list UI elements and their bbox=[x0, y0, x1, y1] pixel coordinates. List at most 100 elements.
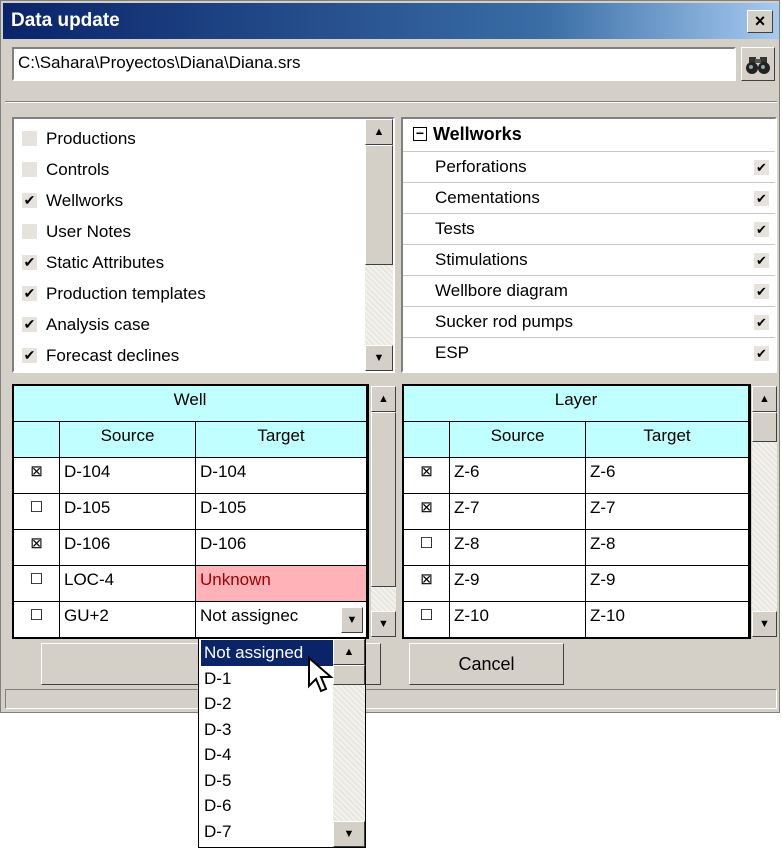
scroll-thumb[interactable] bbox=[333, 665, 365, 685]
scroll-up-button[interactable]: ▲ bbox=[371, 386, 396, 412]
wellworks-item-checkbox[interactable]: ✔ bbox=[754, 222, 769, 237]
dropdown-option[interactable]: D-1 bbox=[201, 666, 234, 692]
scroll-down-button[interactable]: ▼ bbox=[333, 821, 365, 847]
source-cell: D-104 bbox=[60, 458, 196, 494]
row-select-checkbox[interactable]: ⊠ bbox=[404, 494, 450, 530]
row-select-checkbox[interactable]: ☐ bbox=[14, 602, 60, 637]
category-item[interactable]: Controls bbox=[14, 154, 359, 186]
row-select-checkbox[interactable]: ⊠ bbox=[404, 566, 450, 602]
scroll-down-button[interactable]: ▼ bbox=[752, 611, 777, 637]
row-select-checkbox[interactable]: ☐ bbox=[14, 494, 60, 530]
target-dropdown-list[interactable]: Not assigned D-1 D-2 D-3 D-4 D-5 D-6 D-7 ▲ ▼ bbox=[198, 638, 366, 848]
row-select-checkbox[interactable]: ☐ bbox=[404, 530, 450, 566]
category-scrollbar[interactable]: ▲ ▼ bbox=[365, 119, 393, 371]
row-select-checkbox[interactable]: ⊠ bbox=[14, 530, 60, 566]
category-item[interactable]: ✔ Analysis case bbox=[14, 309, 359, 341]
category-item[interactable]: ✔ Forecast declines bbox=[14, 340, 359, 371]
wellworks-item[interactable]: ESP ✔ bbox=[403, 337, 775, 369]
target-cell[interactable]: Unknown bbox=[196, 566, 367, 602]
scroll-thumb[interactable] bbox=[752, 412, 777, 442]
category-list: Productions Controls ✔ Wellworks User Notes ✔… bbox=[12, 117, 395, 373]
category-checkbox[interactable]: ✔ bbox=[22, 317, 37, 332]
grid-header-source: Source bbox=[450, 422, 586, 458]
well-grid-scrollbar[interactable]: ▲ ▼ bbox=[371, 386, 396, 637]
category-checkbox[interactable]: ✔ bbox=[22, 286, 37, 301]
category-item[interactable]: ✔ Static Attributes bbox=[14, 247, 359, 279]
wellworks-item-label: Sucker rod pumps bbox=[435, 312, 573, 331]
wellworks-header[interactable]: − Wellworks bbox=[403, 119, 775, 151]
target-cell[interactable]: Z-9 bbox=[586, 566, 749, 602]
scroll-thumb[interactable] bbox=[365, 145, 393, 265]
target-cell[interactable]: Z-7 bbox=[586, 494, 749, 530]
category-checkbox[interactable]: ✔ bbox=[22, 255, 37, 270]
category-label: Wellworks bbox=[46, 191, 124, 210]
wellworks-item[interactable]: Tests ✔ bbox=[403, 213, 775, 245]
scroll-up-button[interactable]: ▲ bbox=[365, 119, 393, 145]
scroll-down-button[interactable]: ▼ bbox=[365, 345, 393, 371]
category-checkbox[interactable] bbox=[22, 131, 37, 146]
category-label: Productions bbox=[46, 129, 136, 148]
grid-title: Layer bbox=[404, 386, 749, 422]
binoculars-icon bbox=[746, 57, 770, 74]
category-item[interactable]: Productions bbox=[14, 123, 359, 155]
window-title: Data update bbox=[11, 10, 120, 31]
wellworks-item[interactable]: Stimulations ✔ bbox=[403, 244, 775, 276]
dropdown-option[interactable]: D-7 bbox=[201, 819, 234, 845]
wellworks-item[interactable]: Sucker rod pumps ✔ bbox=[403, 306, 775, 338]
wellworks-item-checkbox[interactable]: ✔ bbox=[754, 284, 769, 299]
row-select-checkbox[interactable]: ⊠ bbox=[404, 458, 450, 494]
category-item[interactable]: ✔ Production templates bbox=[14, 278, 359, 310]
dropdown-option[interactable]: D-4 bbox=[201, 742, 234, 768]
target-cell[interactable]: D-104 bbox=[196, 458, 367, 494]
title-bar[interactable]: Data update × bbox=[3, 3, 779, 39]
dropdown-option[interactable]: D-3 bbox=[201, 717, 234, 743]
scroll-up-button[interactable]: ▲ bbox=[333, 639, 365, 665]
wellworks-item-checkbox[interactable]: ✔ bbox=[754, 346, 769, 361]
target-cell[interactable]: D-106 bbox=[196, 530, 367, 566]
source-cell: D-106 bbox=[60, 530, 196, 566]
layer-grid-scrollbar[interactable]: ▲ ▼ bbox=[752, 386, 777, 637]
dropdown-scrollbar[interactable]: ▲ ▼ bbox=[333, 639, 365, 847]
source-cell: GU+2 bbox=[60, 602, 196, 637]
grid-header-target: Target bbox=[196, 422, 367, 458]
category-label: Controls bbox=[46, 160, 110, 179]
collapse-icon[interactable]: − bbox=[413, 126, 427, 141]
target-cell[interactable]: D-105 bbox=[196, 494, 367, 530]
wellworks-item-checkbox[interactable]: ✔ bbox=[754, 253, 769, 268]
status-bar bbox=[5, 689, 777, 709]
dropdown-arrow-button[interactable]: ▼ bbox=[341, 607, 363, 633]
scroll-thumb[interactable] bbox=[371, 412, 396, 587]
layer-grid: Layer Source Target ⊠ Z-6 Z-6 ⊠ Z-7 Z-7 ☐ Z-8 Z-8 ⊠ Z… bbox=[402, 384, 751, 639]
wellworks-item-label: ESP bbox=[435, 343, 470, 362]
target-cell[interactable]: Z-8 bbox=[586, 530, 749, 566]
row-select-checkbox[interactable]: ☐ bbox=[14, 566, 60, 602]
target-cell[interactable]: Z-10 bbox=[586, 602, 749, 637]
row-select-checkbox[interactable]: ☐ bbox=[404, 602, 450, 637]
cancel-button[interactable]: Cancel bbox=[409, 643, 564, 685]
grid-header-target: Target bbox=[586, 422, 749, 458]
row-select-checkbox[interactable]: ⊠ bbox=[14, 458, 60, 494]
scroll-down-button[interactable]: ▼ bbox=[371, 611, 396, 637]
wellworks-item[interactable]: Perforations ✔ bbox=[403, 151, 775, 183]
separator bbox=[5, 101, 777, 103]
file-path-field[interactable]: C:\Sahara\Proyectos\Diana\Diana.srs bbox=[12, 47, 736, 81]
close-button[interactable]: × bbox=[747, 10, 773, 33]
wellworks-item[interactable]: Wellbore diagram ✔ bbox=[403, 275, 775, 307]
category-checkbox[interactable] bbox=[22, 224, 37, 239]
scroll-up-button[interactable]: ▲ bbox=[752, 386, 777, 412]
category-item[interactable]: User Notes bbox=[14, 216, 359, 248]
dropdown-option[interactable]: D-5 bbox=[201, 768, 234, 794]
wellworks-item[interactable]: Cementations ✔ bbox=[403, 182, 775, 214]
category-checkbox[interactable]: ✔ bbox=[22, 348, 37, 363]
category-checkbox[interactable]: ✔ bbox=[22, 193, 37, 208]
dropdown-option[interactable]: D-2 bbox=[201, 691, 234, 717]
wellworks-item-checkbox[interactable]: ✔ bbox=[754, 160, 769, 175]
source-cell: Z-9 bbox=[450, 566, 586, 602]
browse-button[interactable] bbox=[741, 47, 775, 81]
wellworks-item-checkbox[interactable]: ✔ bbox=[754, 191, 769, 206]
category-item[interactable]: ✔ Wellworks bbox=[14, 185, 359, 217]
wellworks-item-checkbox[interactable]: ✔ bbox=[754, 315, 769, 330]
dropdown-option[interactable]: D-6 bbox=[201, 793, 234, 819]
target-cell[interactable]: Z-6 bbox=[586, 458, 749, 494]
category-checkbox[interactable] bbox=[22, 162, 37, 177]
